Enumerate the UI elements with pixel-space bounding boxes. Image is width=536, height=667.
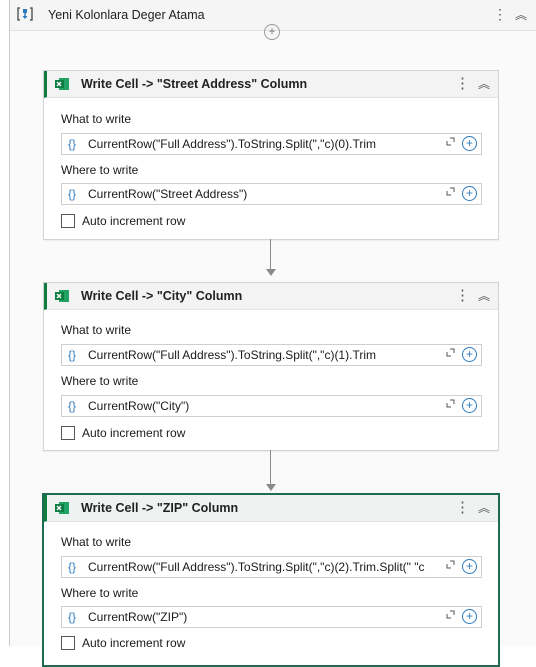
what-to-write-field[interactable]: {} CurrentRow("Full Address").ToString.S… bbox=[61, 344, 482, 366]
collapse-activity-icon[interactable]: ︽ bbox=[478, 287, 490, 304]
auto-increment-checkbox[interactable] bbox=[61, 636, 75, 650]
sequence-icon bbox=[17, 7, 33, 21]
auto-increment-label: Auto increment row bbox=[82, 426, 186, 440]
add-variable-icon[interactable]: + bbox=[462, 136, 477, 151]
activity-menu-icon[interactable]: ⋮ bbox=[455, 286, 470, 304]
excel-icon bbox=[55, 502, 69, 514]
add-variable-icon[interactable]: + bbox=[462, 398, 477, 413]
add-variable-icon[interactable]: + bbox=[462, 559, 477, 574]
write-cell-street-address-activity[interactable]: Write Cell -> "Street Address" Column ⋮ … bbox=[43, 70, 499, 240]
flow-arrow-icon bbox=[266, 484, 276, 491]
sequence-menu-icon[interactable]: ⋮ bbox=[492, 6, 508, 22]
add-variable-icon[interactable]: + bbox=[462, 186, 477, 201]
where-to-write-field[interactable]: {} CurrentRow("Street Address") + bbox=[61, 183, 482, 205]
collapse-activity-icon[interactable]: ︽ bbox=[478, 75, 490, 92]
what-to-write-field[interactable]: {} CurrentRow("Full Address").ToString.S… bbox=[61, 556, 482, 578]
activity-title: Write Cell -> "ZIP" Column bbox=[81, 501, 239, 515]
activity-header[interactable]: Write Cell -> "City" Column ⋮ ︽ bbox=[44, 283, 498, 310]
expand-editor-icon[interactable] bbox=[446, 399, 455, 408]
write-cell-city-activity[interactable]: Write Cell -> "City" Column ⋮ ︽ What to … bbox=[43, 282, 499, 451]
write-cell-zip-activity[interactable]: Write Cell -> "ZIP" Column ⋮ ︽ What to w… bbox=[42, 493, 500, 667]
activity-menu-icon[interactable]: ⋮ bbox=[455, 498, 470, 516]
collapse-sequence-icon[interactable]: ︽ bbox=[513, 7, 529, 23]
activity-title: Write Cell -> "Street Address" Column bbox=[81, 77, 308, 91]
expand-editor-icon[interactable] bbox=[446, 610, 455, 619]
where-to-write-field[interactable]: {} CurrentRow("ZIP") + bbox=[61, 606, 482, 628]
expand-editor-icon[interactable] bbox=[446, 137, 455, 146]
expression-icon: {} bbox=[68, 187, 77, 201]
where-to-write-value[interactable]: CurrentRow("City") bbox=[88, 399, 456, 413]
what-to-write-value[interactable]: CurrentRow("Full Address").ToString.Spli… bbox=[88, 560, 456, 574]
collapse-activity-icon[interactable]: ︽ bbox=[478, 499, 490, 516]
what-to-write-field[interactable]: {} CurrentRow("Full Address").ToString.S… bbox=[61, 133, 482, 155]
flow-arrow-icon bbox=[266, 269, 276, 276]
flow-connector bbox=[270, 239, 271, 269]
auto-increment-label: Auto increment row bbox=[82, 636, 186, 650]
add-variable-icon[interactable]: + bbox=[462, 347, 477, 362]
what-to-write-label: What to write bbox=[61, 535, 132, 549]
where-to-write-label: Where to write bbox=[61, 374, 139, 388]
auto-increment-checkbox[interactable] bbox=[61, 214, 75, 228]
auto-increment-checkbox[interactable] bbox=[61, 426, 75, 440]
activity-menu-icon[interactable]: ⋮ bbox=[455, 74, 470, 92]
expression-icon: {} bbox=[68, 560, 77, 574]
add-variable-icon[interactable]: + bbox=[462, 609, 477, 624]
where-to-write-value[interactable]: CurrentRow("ZIP") bbox=[88, 610, 456, 624]
expand-editor-icon[interactable] bbox=[446, 560, 455, 569]
what-to-write-label: What to write bbox=[61, 323, 132, 337]
flow-connector bbox=[270, 450, 271, 484]
expand-editor-icon[interactable] bbox=[446, 187, 455, 196]
where-to-write-field[interactable]: {} CurrentRow("City") + bbox=[61, 395, 482, 417]
expression-icon: {} bbox=[68, 137, 77, 151]
add-activity-icon[interactable]: + bbox=[264, 24, 280, 40]
what-to-write-label: What to write bbox=[61, 112, 132, 126]
workflow-canvas: Yeni Kolonlara Deger Atama ⋮ ︽ + Write C… bbox=[9, 0, 536, 667]
what-to-write-value[interactable]: CurrentRow("Full Address").ToString.Spli… bbox=[88, 348, 456, 362]
excel-icon bbox=[55, 78, 69, 90]
auto-increment-label: Auto increment row bbox=[82, 214, 186, 228]
expression-icon: {} bbox=[68, 399, 77, 413]
what-to-write-value[interactable]: CurrentRow("Full Address").ToString.Spli… bbox=[88, 137, 456, 151]
where-to-write-label: Where to write bbox=[61, 586, 139, 600]
excel-icon bbox=[55, 290, 69, 302]
activity-header[interactable]: Write Cell -> "Street Address" Column ⋮ … bbox=[44, 71, 498, 98]
where-to-write-label: Where to write bbox=[61, 163, 139, 177]
activity-header[interactable]: Write Cell -> "ZIP" Column ⋮ ︽ bbox=[44, 495, 498, 522]
activity-title: Write Cell -> "City" Column bbox=[81, 289, 243, 303]
where-to-write-value[interactable]: CurrentRow("Street Address") bbox=[88, 187, 456, 201]
expand-editor-icon[interactable] bbox=[446, 348, 455, 357]
sequence-title: Yeni Kolonlara Deger Atama bbox=[48, 8, 205, 22]
expression-icon: {} bbox=[68, 348, 77, 362]
expression-icon: {} bbox=[68, 610, 77, 624]
